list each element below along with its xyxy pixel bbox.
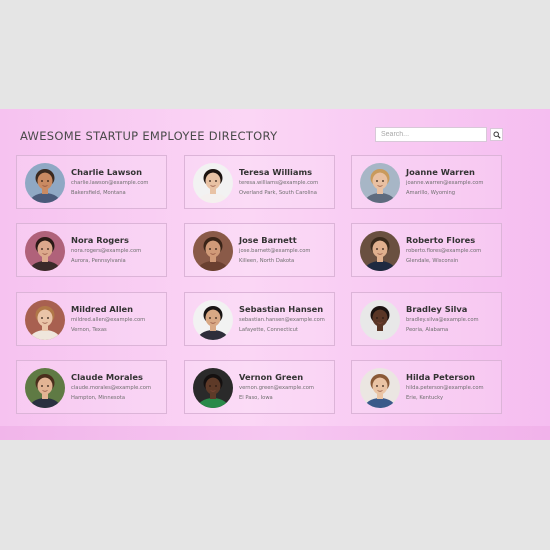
avatar	[193, 300, 233, 340]
search-button[interactable]	[490, 128, 503, 141]
employee-info: Mildred Allen mildred.allen@example.com Ve…	[71, 304, 165, 334]
employee-location: Erie, Kentucky	[406, 395, 444, 401]
employee-info: Bradley Silva bradley.silva@example.com Pe…	[406, 304, 500, 334]
employee-location: Bakersfield, Montana	[71, 190, 126, 196]
employee-name: Hilda Peterson	[406, 372, 475, 382]
employee-card[interactable]: Mildred Allen mildred.allen@example.com Ve…	[16, 292, 167, 346]
employee-info: Roberto Flores roberto.flores@example.com…	[406, 235, 500, 265]
search-bar	[375, 127, 503, 142]
employee-location: Vernon, Texas	[71, 327, 107, 333]
employee-card[interactable]: Roberto Flores roberto.flores@example.com…	[351, 223, 502, 277]
employee-name: Roberto Flores	[406, 235, 476, 245]
employee-email: roberto.flores@example.com	[406, 248, 482, 254]
employee-info: Jose Barnett jose.barnett@example.com Kill…	[239, 235, 333, 265]
employee-email: sebastian.hansen@example.com	[239, 317, 325, 323]
page-title: AWESOME STARTUP EMPLOYEE DIRECTORY	[20, 129, 278, 143]
employee-info: Claude Morales claude.morales@example.com…	[71, 372, 165, 402]
employee-card[interactable]: Sebastian Hansen sebastian.hansen@example…	[184, 292, 335, 346]
employee-info: Teresa Williams teresa.williams@example.c…	[239, 167, 333, 197]
employee-location: Glendale, Wisconsin	[406, 258, 459, 264]
employee-name: Bradley Silva	[406, 304, 468, 314]
employee-location: Aurora, Pennsylvania	[71, 258, 126, 264]
employee-email: mildred.allen@example.com	[71, 317, 146, 323]
employee-card[interactable]: Vernon Green vernon.green@example.com El P…	[184, 360, 335, 414]
search-input[interactable]	[375, 127, 487, 142]
employee-name: Claude Morales	[71, 372, 143, 382]
avatar	[360, 163, 400, 203]
employee-email: joanne.warren@example.com	[406, 180, 484, 186]
avatar	[25, 231, 65, 271]
avatar	[25, 300, 65, 340]
employee-card[interactable]: Jose Barnett jose.barnett@example.com Kill…	[184, 223, 335, 277]
employee-email: bradley.silva@example.com	[406, 317, 479, 323]
employee-card[interactable]: Charlie Lawson charlie.lawson@example.com…	[16, 155, 167, 209]
employee-email: teresa.williams@example.com	[239, 180, 319, 186]
footer-band	[0, 426, 550, 440]
employee-info: Joanne Warren joanne.warren@example.com Am…	[406, 167, 500, 197]
employee-email: hilda.peterson@example.com	[406, 385, 484, 391]
employee-name: Teresa Williams	[239, 167, 313, 177]
employee-location: Amarillo, Wyoming	[406, 190, 456, 196]
directory-app: AWESOME STARTUP EMPLOYEE DIRECTORY Charl…	[0, 109, 550, 440]
employee-info: Hilda Peterson hilda.peterson@example.com…	[406, 372, 500, 402]
employee-name: Charlie Lawson	[71, 167, 142, 177]
employee-email: claude.morales@example.com	[71, 385, 152, 391]
avatar	[360, 231, 400, 271]
employee-location: Hampton, Minnesota	[71, 395, 125, 401]
employee-name: Sebastian Hansen	[239, 304, 324, 314]
employee-name: Jose Barnett	[239, 235, 297, 245]
employee-card[interactable]: Claude Morales claude.morales@example.com…	[16, 360, 167, 414]
avatar	[25, 368, 65, 408]
employee-email: vernon.green@example.com	[239, 385, 314, 391]
employee-name: Mildred Allen	[71, 304, 134, 314]
employee-email: jose.barnett@example.com	[239, 248, 311, 254]
employee-name: Joanne Warren	[406, 167, 475, 177]
employee-location: El Paso, Iowa	[239, 395, 273, 401]
employee-location: Peoria, Alabama	[406, 327, 449, 333]
employee-location: Lafayette, Connecticut	[239, 327, 298, 333]
avatar	[360, 300, 400, 340]
avatar	[25, 163, 65, 203]
employee-name: Vernon Green	[239, 372, 304, 382]
employee-info: Nora Rogers nora.rogers@example.com Aurora…	[71, 235, 165, 265]
employee-info: Sebastian Hansen sebastian.hansen@example…	[239, 304, 333, 334]
employee-card[interactable]: Bradley Silva bradley.silva@example.com Pe…	[351, 292, 502, 346]
avatar	[193, 231, 233, 271]
employee-card[interactable]: Nora Rogers nora.rogers@example.com Aurora…	[16, 223, 167, 277]
employee-name: Nora Rogers	[71, 235, 129, 245]
avatar	[193, 163, 233, 203]
employee-card[interactable]: Hilda Peterson hilda.peterson@example.com…	[351, 360, 502, 414]
employee-info: Vernon Green vernon.green@example.com El P…	[239, 372, 333, 402]
employee-email: charlie.lawson@example.com	[71, 180, 149, 186]
employee-card[interactable]: Teresa Williams teresa.williams@example.c…	[184, 155, 335, 209]
search-icon	[492, 127, 501, 142]
employee-location: Killeen, North Dakota	[239, 258, 295, 264]
employee-info: Charlie Lawson charlie.lawson@example.com…	[71, 167, 165, 197]
avatar	[193, 368, 233, 408]
employee-card[interactable]: Joanne Warren joanne.warren@example.com Am…	[351, 155, 502, 209]
avatar	[360, 368, 400, 408]
employee-email: nora.rogers@example.com	[71, 248, 142, 254]
employee-location: Overland Park, South Carolina	[239, 190, 317, 196]
